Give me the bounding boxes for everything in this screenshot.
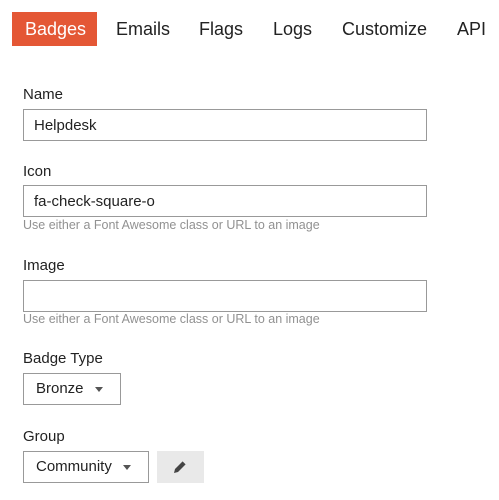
image-label: Image [23, 257, 65, 274]
tab-badges[interactable]: Badges [12, 12, 97, 46]
icon-field[interactable] [23, 185, 427, 217]
group-label: Group [23, 428, 65, 445]
tab-customize[interactable]: Customize [342, 12, 427, 46]
chevron-down-icon [95, 387, 103, 392]
group-select[interactable]: Community [23, 451, 149, 483]
image-field[interactable] [23, 280, 427, 312]
pencil-icon [174, 461, 186, 473]
tab-emails[interactable]: Emails [116, 12, 170, 46]
image-help-text: Use either a Font Awesome class or URL t… [23, 312, 320, 326]
badge-type-value: Bronze [36, 380, 84, 397]
edit-group-button[interactable] [157, 451, 204, 483]
chevron-down-icon [123, 465, 131, 470]
icon-label: Icon [23, 163, 52, 180]
name-label: Name [23, 86, 64, 103]
admin-nav: Badges Emails Flags Logs Customize API [0, 0, 499, 60]
tab-api[interactable]: API [457, 12, 486, 46]
badge-type-select[interactable]: Bronze [23, 373, 121, 405]
name-field[interactable] [23, 109, 427, 141]
group-value: Community [36, 458, 112, 475]
badge-type-label: Badge Type [23, 350, 103, 367]
tab-logs[interactable]: Logs [273, 12, 312, 46]
icon-help-text: Use either a Font Awesome class or URL t… [23, 218, 320, 232]
tab-flags[interactable]: Flags [199, 12, 243, 46]
